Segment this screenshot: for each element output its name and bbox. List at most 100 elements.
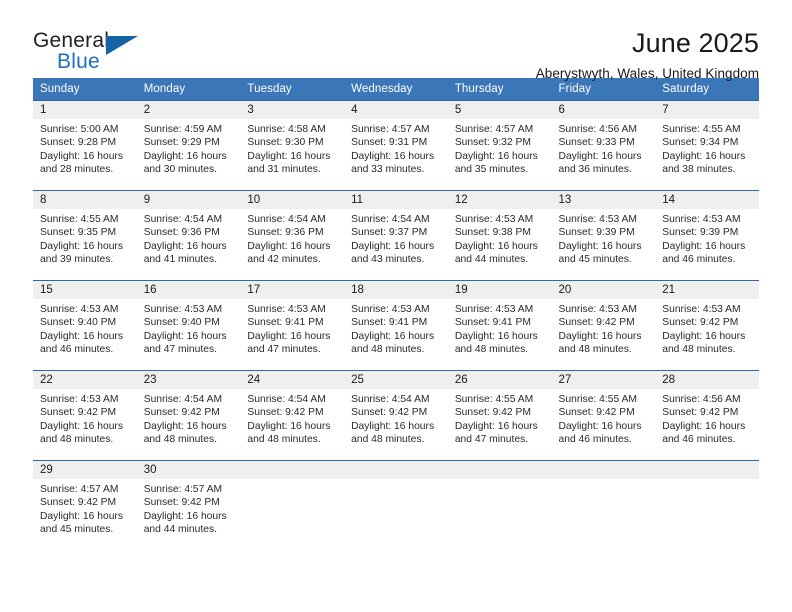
day-cell[interactable]: 9 Sunrise: 4:54 AM Sunset: 9:36 PM Dayli… (136, 190, 241, 281)
sunset-text: Sunset: 9:39 PM (558, 227, 635, 239)
general-blue-logo[interactable]: General Blue (33, 27, 143, 75)
day-details: Sunrise: 4:53 AM Sunset: 9:39 PM Dayligh… (655, 209, 759, 267)
sunset-text: Sunset: 9:42 PM (351, 407, 428, 419)
day-cell[interactable]: 16 Sunrise: 4:53 AM Sunset: 9:40 PM Dayl… (136, 280, 241, 371)
sunset-text: Sunset: 9:38 PM (454, 227, 531, 239)
day-cell[interactable]: 1 Sunrise: 5:00 AM Sunset: 9:28 PM Dayli… (33, 100, 137, 191)
daylight-text-line2: and 47 minutes. (454, 434, 529, 446)
day-number: 4 (344, 101, 448, 119)
day-number: 13 (551, 191, 656, 209)
daylight-text-line2: and 45 minutes. (40, 524, 114, 536)
triangle-icon (106, 36, 138, 55)
day-cell[interactable]: 18 Sunrise: 4:53 AM Sunset: 9:41 PM Dayl… (344, 280, 448, 371)
daylight-text-line2: and 47 minutes. (247, 344, 321, 356)
day-cell[interactable]: 11 Sunrise: 4:54 AM Sunset: 9:37 PM Dayl… (344, 190, 448, 281)
daylight-text-line2: and 45 minutes. (558, 254, 632, 266)
day-details: Sunrise: 4:53 AM Sunset: 9:41 PM Dayligh… (448, 299, 552, 357)
daylight-text-line2: and 44 minutes. (143, 524, 217, 536)
daylight-text-line1: Daylight: 16 hours (40, 150, 123, 162)
daylight-text-line1: Daylight: 16 hours (247, 240, 331, 252)
sunrise-text: Sunrise: 4:57 AM (40, 484, 119, 495)
day-details: Sunrise: 4:53 AM Sunset: 9:38 PM Dayligh… (448, 209, 552, 267)
daylight-text-line2: and 48 minutes. (143, 434, 217, 446)
day-details: Sunrise: 4:59 AM Sunset: 9:29 PM Dayligh… (137, 119, 241, 177)
day-cell[interactable]: 4 Sunrise: 4:57 AM Sunset: 9:31 PM Dayli… (344, 100, 448, 191)
day-cell[interactable]: 20 Sunrise: 4:53 AM Sunset: 9:42 PM Dayl… (551, 280, 656, 371)
day-number: 12 (447, 191, 552, 209)
sunrise-text: Sunrise: 4:54 AM (247, 394, 326, 405)
sunrise-text: Sunrise: 4:55 AM (558, 394, 637, 405)
sunset-text: Sunset: 9:42 PM (40, 407, 117, 419)
daylight-text-line2: and 48 minutes. (351, 344, 425, 356)
day-cell[interactable]: 5 Sunrise: 4:57 AM Sunset: 9:32 PM Dayli… (447, 100, 552, 191)
day-cell[interactable]: 25 Sunrise: 4:54 AM Sunset: 9:42 PM Dayl… (344, 370, 448, 461)
daylight-text-line2: and 48 minutes. (454, 344, 529, 356)
day-cell[interactable]: 24 Sunrise: 4:54 AM Sunset: 9:42 PM Dayl… (240, 370, 345, 461)
daylight-text-line2: and 46 minutes. (662, 434, 736, 446)
day-cell[interactable]: 30 Sunrise: 4:57 AM Sunset: 9:42 PM Dayl… (136, 460, 241, 551)
day-cell[interactable]: 8 Sunrise: 4:55 AM Sunset: 9:35 PM Dayli… (33, 190, 137, 281)
day-cell[interactable]: 17 Sunrise: 4:53 AM Sunset: 9:41 PM Dayl… (240, 280, 345, 371)
sunset-text: Sunset: 9:42 PM (662, 407, 739, 419)
day-details: Sunrise: 4:53 AM Sunset: 9:42 PM Dayligh… (33, 389, 137, 447)
daylight-text-line2: and 48 minutes. (247, 434, 321, 446)
daylight-text-line1: Daylight: 16 hours (143, 420, 227, 432)
day-cell[interactable]: 29 Sunrise: 4:57 AM Sunset: 9:42 PM Dayl… (33, 460, 137, 551)
weekday-header-monday: Monday (136, 78, 241, 101)
day-cell[interactable]: 22 Sunrise: 4:53 AM Sunset: 9:42 PM Dayl… (33, 370, 137, 461)
day-cell[interactable]: 6 Sunrise: 4:56 AM Sunset: 9:33 PM Dayli… (551, 100, 656, 191)
day-cell[interactable]: 23 Sunrise: 4:54 AM Sunset: 9:42 PM Dayl… (136, 370, 241, 461)
title-block: June 2025 Aberystwyth, Wales, United Kin… (536, 27, 759, 83)
daylight-text-line1: Daylight: 16 hours (662, 330, 746, 342)
day-details: Sunrise: 4:58 AM Sunset: 9:30 PM Dayligh… (240, 119, 344, 177)
daylight-text-line1: Daylight: 16 hours (558, 330, 642, 342)
sunrise-text: Sunrise: 4:55 AM (454, 394, 534, 405)
daylight-text-line1: Daylight: 16 hours (247, 420, 331, 432)
day-details: Sunrise: 4:54 AM Sunset: 9:36 PM Dayligh… (240, 209, 344, 267)
daylight-text-line1: Daylight: 16 hours (351, 150, 435, 162)
day-cell[interactable]: 7 Sunrise: 4:55 AM Sunset: 9:34 PM Dayli… (655, 100, 759, 191)
day-cell[interactable]: 15 Sunrise: 4:53 AM Sunset: 9:40 PM Dayl… (33, 280, 137, 371)
daylight-text-line2: and 38 minutes. (662, 164, 736, 176)
daylight-text-line2: and 30 minutes. (143, 164, 217, 176)
daylight-text-line1: Daylight: 16 hours (143, 150, 227, 162)
day-number: 7 (655, 101, 759, 119)
sunset-text: Sunset: 9:42 PM (143, 497, 220, 509)
sunset-text: Sunset: 9:40 PM (143, 317, 220, 329)
sunrise-text: Sunrise: 4:53 AM (662, 304, 741, 315)
daylight-text-line2: and 28 minutes. (40, 164, 114, 176)
sunset-text: Sunset: 9:42 PM (558, 407, 635, 419)
day-cell[interactable]: 10 Sunrise: 4:54 AM Sunset: 9:36 PM Dayl… (240, 190, 345, 281)
day-cell[interactable]: 21 Sunrise: 4:53 AM Sunset: 9:42 PM Dayl… (655, 280, 759, 371)
day-cell[interactable]: 28 Sunrise: 4:56 AM Sunset: 9:42 PM Dayl… (655, 370, 759, 461)
daylight-text-line2: and 41 minutes. (143, 254, 217, 266)
sunset-text: Sunset: 9:41 PM (454, 317, 531, 329)
sunrise-text: Sunrise: 4:57 AM (351, 124, 430, 135)
day-number: 27 (551, 371, 656, 389)
day-details: Sunrise: 4:55 AM Sunset: 9:42 PM Dayligh… (448, 389, 552, 447)
day-cell[interactable]: 2 Sunrise: 4:59 AM Sunset: 9:29 PM Dayli… (136, 100, 241, 191)
day-details: Sunrise: 4:55 AM Sunset: 9:35 PM Dayligh… (33, 209, 137, 267)
sunset-text: Sunset: 9:41 PM (351, 317, 428, 329)
day-cell[interactable]: 19 Sunrise: 4:53 AM Sunset: 9:41 PM Dayl… (447, 280, 552, 371)
page-subtitle: Aberystwyth, Wales, United Kingdom (535, 66, 759, 81)
empty-day-cell (551, 460, 656, 551)
sunrise-text: Sunrise: 4:53 AM (351, 304, 430, 315)
day-cell[interactable]: 3 Sunrise: 4:58 AM Sunset: 9:30 PM Dayli… (240, 100, 345, 191)
sunrise-text: Sunrise: 4:53 AM (558, 214, 637, 225)
day-cell[interactable]: 26 Sunrise: 4:55 AM Sunset: 9:42 PM Dayl… (447, 370, 552, 461)
sunrise-text: Sunrise: 4:53 AM (558, 304, 637, 315)
day-cell[interactable]: 13 Sunrise: 4:53 AM Sunset: 9:39 PM Dayl… (551, 190, 656, 281)
daylight-text-line1: Daylight: 16 hours (558, 420, 642, 432)
day-cell[interactable]: 12 Sunrise: 4:53 AM Sunset: 9:38 PM Dayl… (447, 190, 552, 281)
daylight-text-line2: and 47 minutes. (143, 344, 217, 356)
page-header: General Blue June 2025 Aberystwyth, Wale… (33, 0, 759, 81)
day-number: 20 (551, 281, 656, 299)
sunset-text: Sunset: 9:36 PM (247, 227, 324, 239)
day-cell[interactable]: 27 Sunrise: 4:55 AM Sunset: 9:42 PM Dayl… (551, 370, 656, 461)
weekday-header-wednesday: Wednesday (344, 78, 448, 101)
day-number: 6 (551, 101, 656, 119)
day-cell[interactable]: 14 Sunrise: 4:53 AM Sunset: 9:39 PM Dayl… (655, 190, 759, 281)
day-number: 16 (136, 281, 241, 299)
weekday-header-sunday: Sunday (33, 78, 137, 101)
